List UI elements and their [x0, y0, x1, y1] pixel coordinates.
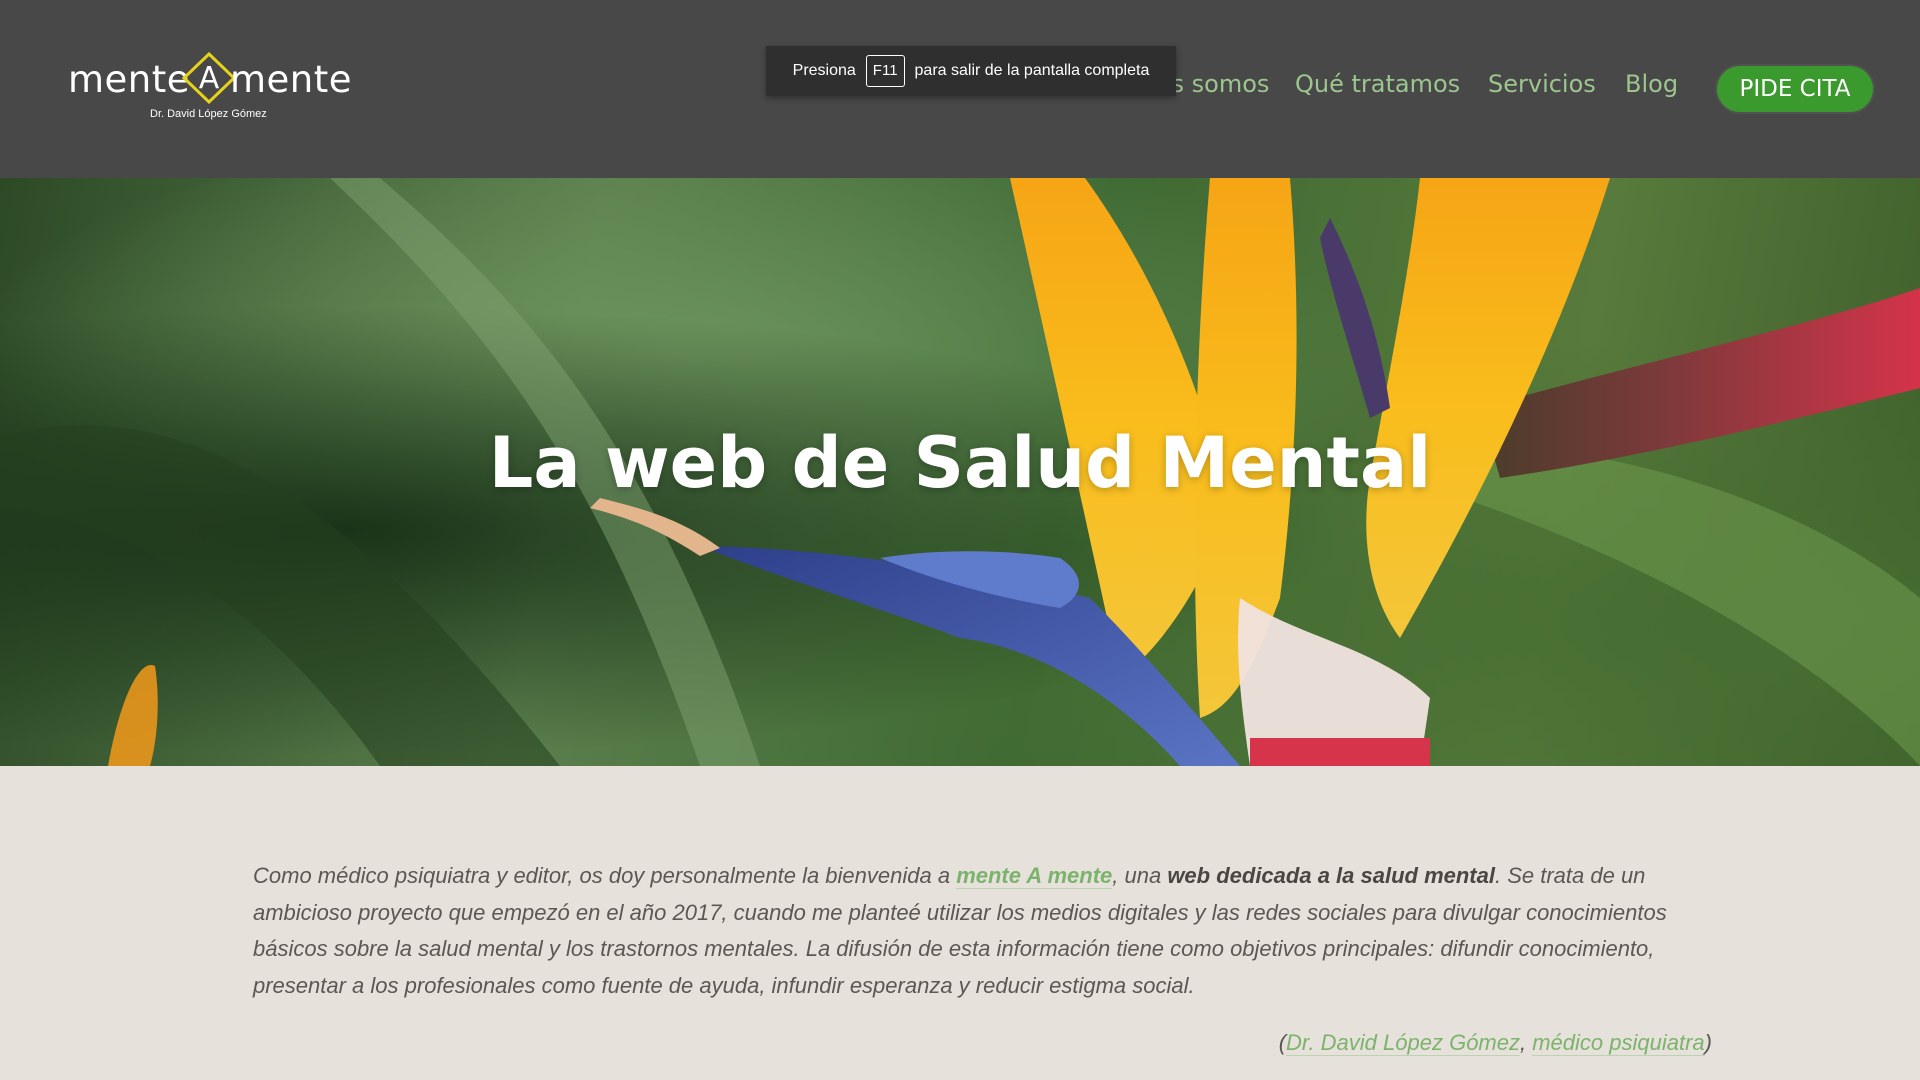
nav-servicios[interactable]: Servicios	[1488, 70, 1596, 98]
site-logo[interactable]: mente A mente Dr. David López Gómez	[68, 52, 358, 124]
author-link[interactable]: Dr. David López Gómez	[1286, 1030, 1520, 1056]
logo-word-left: mente	[68, 58, 191, 101]
signature-close: )	[1704, 1030, 1712, 1055]
intro-bold: web dedicada a la salud mental	[1167, 863, 1495, 888]
signature-sep: ,	[1520, 1030, 1533, 1055]
pide-cita-button[interactable]: PIDE CITA	[1717, 66, 1873, 112]
logo-word-right: mente	[230, 58, 353, 101]
intro-text-1: Como médico psiquiatra y editor, os doy …	[253, 863, 957, 888]
fullscreen-notice: Presiona F11 para salir de la pantalla c…	[766, 46, 1176, 96]
site-name-link[interactable]: mente A mente	[956, 863, 1113, 889]
signature-open: (	[1278, 1030, 1287, 1055]
nav-blog[interactable]: Blog	[1625, 70, 1678, 98]
fullscreen-notice-after: para salir de la pantalla completa	[914, 62, 1150, 79]
intro-text-2: , una	[1112, 863, 1168, 888]
signature-line: (Dr. David López Gómez, médico psiquiatr…	[0, 1030, 1712, 1056]
site-header: mente A mente Dr. David López Gómez Quié…	[0, 0, 1920, 178]
nav-que-tratamos[interactable]: Qué tratamos	[1295, 70, 1460, 98]
intro-paragraph: Como médico psiquiatra y editor, os doy …	[253, 858, 1713, 1004]
hero-title: La web de Salud Mental	[488, 422, 1432, 504]
logo-subtitle: Dr. David López Gómez	[150, 108, 267, 120]
logo-letter: A	[199, 61, 220, 96]
hero-banner: La web de Salud Mental	[0, 178, 1920, 766]
role-link[interactable]: médico psiquiatra	[1532, 1030, 1705, 1056]
f11-key: F11	[865, 55, 905, 87]
fullscreen-notice-before: Presiona	[792, 62, 856, 79]
